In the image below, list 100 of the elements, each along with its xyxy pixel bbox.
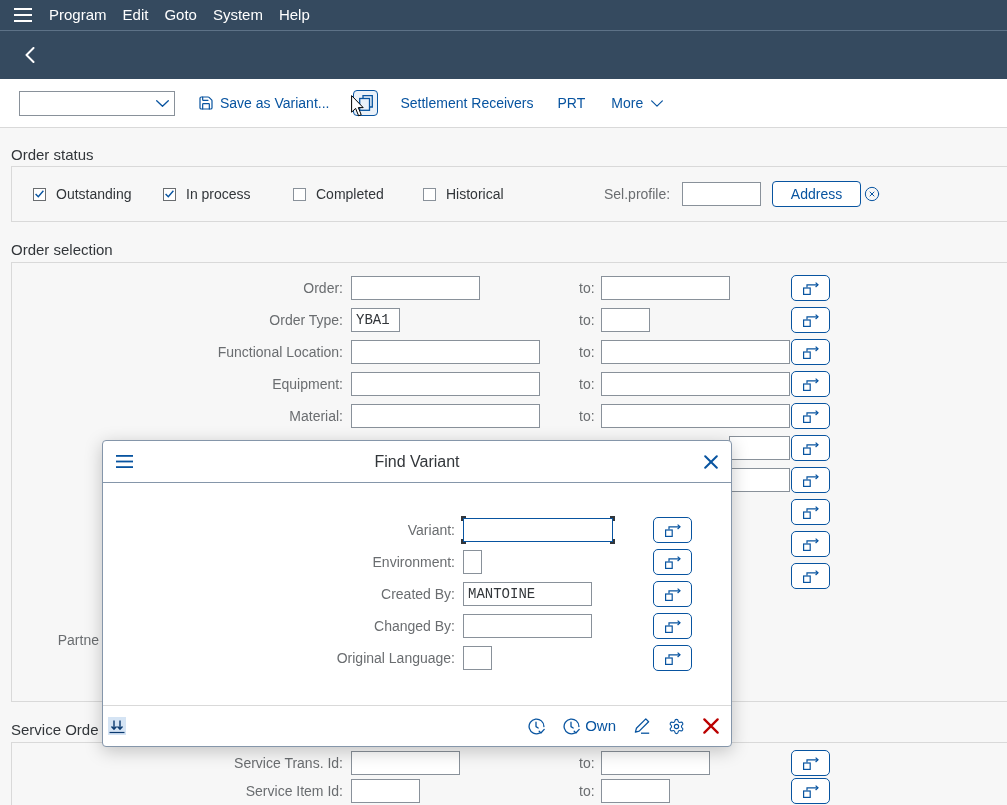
input-field[interactable]: [601, 308, 650, 332]
menu-icon[interactable]: [116, 455, 133, 468]
field-label: Material:: [289, 406, 343, 426]
toolbar-button[interactable]: Settlement Receivers: [399, 90, 535, 116]
square-arrow-icon: [802, 409, 819, 423]
input-field[interactable]: [351, 751, 460, 775]
to-label: to:: [579, 781, 595, 801]
input-field[interactable]: [601, 779, 670, 803]
input-field[interactable]: YBA1: [351, 308, 400, 332]
multiple-selection-button[interactable]: [791, 371, 830, 397]
input-field[interactable]: [729, 468, 790, 492]
menu-item[interactable]: Edit: [122, 5, 149, 25]
close-icon[interactable]: [704, 454, 718, 469]
field-label: Service Item Id:: [245, 781, 343, 801]
square-arrow-icon: [664, 587, 681, 601]
menu-item[interactable]: System: [212, 5, 263, 25]
menu-item[interactable]: Help: [278, 5, 310, 25]
multiple-selection-button[interactable]: [791, 435, 830, 461]
field-label: Order Type:: [269, 310, 343, 330]
input-field[interactable]: [601, 340, 790, 364]
to-label: to:: [579, 342, 595, 362]
input-field[interactable]: [601, 276, 730, 300]
input-field[interactable]: [601, 404, 790, 428]
menu-item[interactable]: Program: [49, 5, 107, 25]
square-arrow-icon: [802, 377, 819, 391]
multiple-selection-button[interactable]: [653, 549, 692, 575]
section-title: Order status: [11, 145, 94, 165]
double-down-arrows-icon[interactable]: [108, 717, 126, 735]
square-arrow-icon: [802, 537, 819, 551]
input-field[interactable]: [463, 646, 492, 670]
pencil-icon[interactable]: [634, 718, 650, 734]
to-label: to:: [579, 310, 595, 330]
input-field[interactable]: [682, 182, 761, 206]
checkbox[interactable]: [163, 187, 176, 201]
clear-icon[interactable]: [864, 186, 880, 202]
field-label: Sel.profile:: [604, 184, 671, 204]
square-arrow-icon: [802, 784, 819, 798]
checkmark-icon: [165, 190, 174, 198]
square-arrow-icon: [802, 505, 819, 519]
close-icon[interactable]: [703, 718, 719, 734]
checkbox[interactable]: [33, 187, 46, 201]
back-icon[interactable]: [25, 47, 35, 63]
multiple-selection-button[interactable]: [653, 517, 692, 543]
toolbar-button[interactable]: PRT: [556, 90, 587, 116]
input-field[interactable]: [351, 779, 420, 803]
field-label: Original Language:: [336, 648, 455, 668]
checkbox[interactable]: [293, 187, 306, 201]
checkbox[interactable]: [423, 187, 436, 201]
chevron-down-icon: [651, 99, 664, 107]
field-label: Created By:: [381, 584, 455, 604]
input-field[interactable]: MANTOINE: [463, 582, 592, 606]
checkbox-label: In process: [186, 184, 251, 204]
multiple-selection-button[interactable]: [791, 339, 830, 365]
multiple-selection-button[interactable]: [653, 613, 692, 639]
save-variant-button[interactable]: Save as Variant...: [197, 90, 331, 116]
input-field[interactable]: [351, 340, 540, 364]
section-title: Order selection: [11, 240, 113, 260]
field-label: Order:: [303, 278, 343, 298]
multiple-selection-button[interactable]: [791, 307, 830, 333]
input-field[interactable]: [601, 372, 790, 396]
multiple-selection-button[interactable]: [653, 581, 692, 607]
dropdown-field[interactable]: [19, 90, 175, 116]
multiple-selection-button[interactable]: [791, 403, 830, 429]
clock-check-icon[interactable]: [528, 717, 546, 735]
menu-item[interactable]: Goto: [164, 5, 197, 25]
multiple-selection-button[interactable]: [791, 467, 830, 493]
input-field[interactable]: [463, 550, 482, 574]
own-button[interactable]: Own: [563, 714, 616, 738]
dialog-title: Find Variant: [374, 451, 460, 472]
input-field[interactable]: [351, 276, 480, 300]
address-button[interactable]: Address: [772, 181, 861, 207]
input-field[interactable]: [601, 751, 710, 775]
section-title: Service Orde: [11, 720, 99, 740]
input-field[interactable]: [463, 614, 592, 638]
multiple-selection-button[interactable]: [653, 645, 692, 671]
multiple-selection-button[interactable]: [791, 531, 830, 557]
square-arrow-icon: [802, 313, 819, 327]
input-field[interactable]: [351, 404, 540, 428]
multiple-selection-button[interactable]: [791, 778, 830, 804]
multiple-selection-button[interactable]: [791, 750, 830, 776]
to-label: to:: [579, 753, 595, 773]
field-label: Environment:: [372, 552, 455, 572]
checkbox-label: Completed: [316, 184, 384, 204]
square-arrow-icon: [802, 756, 819, 770]
multiple-selection-button[interactable]: [791, 563, 830, 589]
chevron-down-icon: [156, 99, 169, 107]
multiple-selection-button[interactable]: [791, 275, 830, 301]
field-label: Changed By:: [374, 616, 455, 636]
input-field[interactable]: [461, 516, 615, 544]
field-label: Service Trans. Id:: [234, 753, 343, 773]
to-label: to:: [579, 406, 595, 426]
settings-icon[interactable]: [668, 717, 685, 735]
square-arrow-icon: [664, 651, 681, 665]
input-field[interactable]: [351, 372, 540, 396]
more-menu-button[interactable]: More: [610, 90, 665, 116]
multiple-selection-button[interactable]: [791, 499, 830, 525]
input-field[interactable]: [729, 436, 790, 460]
menu-icon[interactable]: [14, 8, 32, 22]
square-arrow-icon: [802, 441, 819, 455]
square-arrow-icon: [802, 345, 819, 359]
